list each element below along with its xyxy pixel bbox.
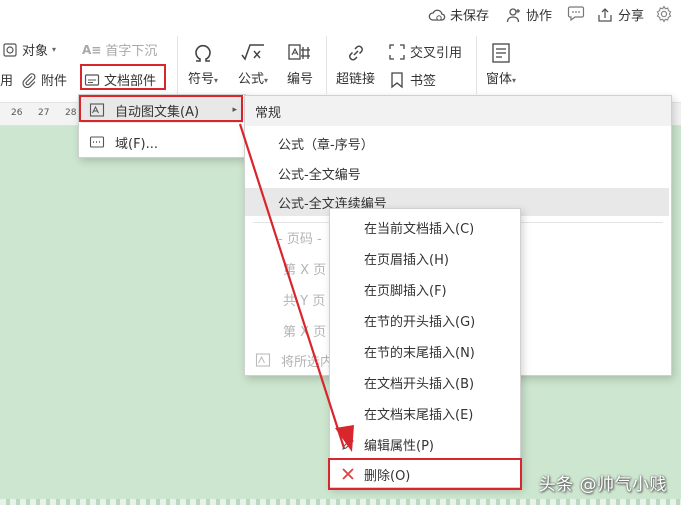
hyperlink-button[interactable]: 超链接 bbox=[336, 38, 375, 87]
numbering-label: 编号 bbox=[287, 72, 314, 87]
numbering-icon bbox=[288, 44, 310, 60]
window-button[interactable]: 窗体▾ bbox=[486, 38, 516, 87]
object-icon bbox=[3, 42, 17, 57]
ruler-tick-label: 26 bbox=[11, 108, 23, 118]
insert-doc-end[interactable]: 在文档末尾插入(E) bbox=[330, 398, 520, 428]
gallery-item-page-x[interactable]: 第 X 页 bbox=[283, 257, 326, 279]
formula-label: 公式 bbox=[238, 72, 265, 87]
ribbon-separator bbox=[326, 36, 327, 94]
ruler-tick-label: 27 bbox=[38, 108, 50, 118]
drop-cap-button[interactable]: A≡ 首字下沉 bbox=[82, 40, 158, 60]
delete-highlight-box bbox=[328, 458, 522, 490]
unsaved-label: 未保存 bbox=[450, 9, 490, 24]
cross-reference-button[interactable]: 交叉引用 bbox=[388, 42, 462, 61]
share-icon bbox=[598, 7, 612, 22]
comment-button[interactable] bbox=[567, 5, 585, 21]
user-plus-icon bbox=[506, 7, 520, 22]
insert-footer[interactable]: 在页脚插入(F) bbox=[330, 274, 520, 304]
gallery-item-formula-full[interactable]: 公式-全文编号 bbox=[245, 158, 669, 188]
edit-properties-item[interactable]: 编辑属性(P) bbox=[330, 429, 520, 459]
pencil-icon bbox=[342, 438, 354, 450]
bookmark-label: 书签 bbox=[410, 74, 437, 89]
window-label: 窗体 bbox=[486, 72, 513, 87]
dropdown-arrow-icon: ▾ bbox=[214, 76, 219, 85]
cloud-icon bbox=[428, 9, 446, 21]
ribbon-separator bbox=[476, 36, 477, 94]
numbering-button[interactable]: 编号 bbox=[287, 38, 313, 87]
gallery-item-formula-chapter[interactable]: 公式（章-序号） bbox=[245, 128, 669, 158]
insert-header[interactable]: 在页眉插入(H) bbox=[330, 243, 520, 273]
bookmark-icon bbox=[391, 71, 403, 88]
insert-context-menu: 在当前文档插入(C) 在页眉插入(H) 在页脚插入(F) 在节的开头插入(G) … bbox=[329, 208, 521, 488]
left-edge-char: 用 bbox=[0, 74, 14, 89]
field-label: 域(F)... bbox=[115, 136, 159, 152]
ribbon-separator bbox=[177, 36, 178, 94]
collaborate-label: 协作 bbox=[526, 9, 553, 24]
ruler-tick-label: 28 bbox=[65, 108, 77, 118]
field-icon bbox=[89, 136, 105, 148]
save-selection-icon bbox=[255, 353, 271, 367]
comment-icon bbox=[567, 6, 585, 21]
gallery-item-page-label[interactable]: - 页码 - bbox=[278, 226, 322, 248]
symbol-button[interactable]: 符号▾ bbox=[188, 38, 218, 87]
insert-section-start[interactable]: 在节的开头插入(G) bbox=[330, 305, 520, 335]
menu-item-field[interactable]: 域(F)... bbox=[81, 129, 243, 155]
object-label: 对象 bbox=[22, 44, 49, 59]
share-button[interactable]: 分享 bbox=[597, 5, 644, 24]
link-icon bbox=[348, 45, 363, 61]
share-label: 分享 bbox=[618, 9, 645, 24]
object-button[interactable]: 对象 ▾ bbox=[0, 40, 56, 59]
drop-cap-icon: A≡ bbox=[82, 42, 102, 57]
paperclip-icon bbox=[22, 72, 36, 88]
insert-ribbon: 对象 ▾ 用 附件 A≡ 首字下沉 文档部件 符号▾ 公式▾ 编号 超链接 交叉… bbox=[0, 30, 681, 102]
watermark: 头条 @帅气小贱 bbox=[538, 475, 667, 495]
doc-parts-highlight-box bbox=[80, 64, 166, 90]
attachment-button[interactable]: 用 附件 bbox=[0, 70, 67, 89]
formula-icon bbox=[241, 44, 265, 61]
gallery-section-title: 常规 bbox=[245, 96, 671, 126]
page-edge bbox=[0, 499, 681, 505]
bookmark-button[interactable]: 书签 bbox=[388, 70, 436, 89]
autotext-highlight-box bbox=[79, 95, 243, 122]
dropdown-arrow-icon: ▾ bbox=[52, 45, 57, 54]
gallery-item-page-x-total-y[interactable]: 第 X 页 bbox=[283, 319, 326, 341]
formula-button[interactable]: 公式▾ bbox=[238, 38, 268, 87]
hyperlink-label: 超链接 bbox=[336, 72, 376, 87]
window-form-icon bbox=[492, 43, 510, 63]
cross-reference-icon bbox=[389, 43, 405, 60]
symbol-label: 符号 bbox=[188, 72, 215, 87]
insert-doc-start[interactable]: 在文档开头插入(B) bbox=[330, 367, 520, 397]
insert-current-doc[interactable]: 在当前文档插入(C) bbox=[330, 212, 520, 242]
dropdown-arrow-icon: ▾ bbox=[512, 76, 517, 85]
attachment-label: 附件 bbox=[41, 74, 68, 89]
gear-icon bbox=[656, 5, 672, 23]
title-bar: 未保存 协作 分享 bbox=[0, 0, 681, 30]
dropdown-arrow-icon: ▾ bbox=[264, 76, 269, 85]
insert-section-end[interactable]: 在节的末尾插入(N) bbox=[330, 336, 520, 366]
gallery-item-total-y[interactable]: 共 Y 页 bbox=[283, 288, 325, 310]
collaborate-button[interactable]: 协作 bbox=[506, 5, 552, 24]
omega-icon bbox=[195, 44, 211, 62]
drop-cap-label: 首字下沉 bbox=[105, 44, 158, 59]
unsaved-status[interactable]: 未保存 bbox=[428, 5, 489, 24]
cross-reference-label: 交叉引用 bbox=[410, 46, 463, 61]
settings-button[interactable] bbox=[655, 5, 673, 23]
